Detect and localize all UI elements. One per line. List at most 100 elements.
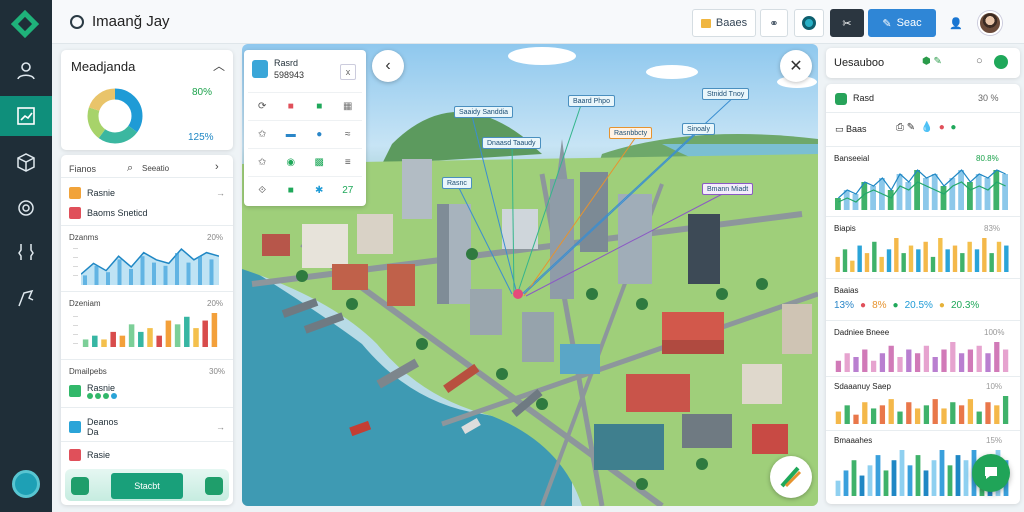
nav-location[interactable] — [0, 188, 52, 228]
map-label[interactable]: Bmann Miadt — [702, 183, 754, 195]
chart1-ticks: — — — — — [73, 246, 78, 279]
view-button[interactable] — [794, 9, 824, 37]
map-back-button[interactable]: ‹ — [372, 50, 404, 82]
app-logo[interactable] — [11, 10, 39, 38]
footer-left-button[interactable] — [71, 477, 89, 495]
bar — [864, 253, 870, 272]
bar — [835, 360, 842, 372]
chevron-up-icon[interactable]: ︿ — [213, 57, 225, 74]
map-label[interactable]: Rasnbbcty — [609, 127, 653, 139]
tool-cell[interactable]: ✱ — [305, 176, 334, 204]
tool-cell[interactable]: ■ — [276, 92, 305, 120]
tool-cell[interactable]: ◉ — [276, 148, 305, 176]
bar — [870, 360, 877, 372]
chevron-right-icon[interactable]: › — [215, 161, 219, 173]
location-icon — [18, 200, 34, 216]
app-title: Imaanğ Jay — [92, 13, 170, 30]
filter-label[interactable]: ▭ Baas — [835, 124, 867, 135]
section-value: 80.8% — [976, 154, 999, 163]
share-icon[interactable] — [994, 55, 1008, 69]
nav-analytics[interactable] — [0, 96, 52, 136]
item-icon — [69, 421, 81, 433]
bar — [82, 339, 89, 347]
footer-right-button[interactable] — [205, 477, 223, 495]
eye-icon — [802, 16, 816, 30]
map-label[interactable]: Rasnc — [442, 177, 472, 189]
bar — [931, 174, 938, 210]
bar — [835, 411, 842, 424]
tool-cell[interactable]: ✩ — [248, 120, 277, 148]
chart2-title: Dzeniam — [69, 299, 101, 308]
bar — [110, 331, 116, 347]
tool-cell[interactable]: ≡ — [333, 148, 362, 176]
tool-cell[interactable]: ✩ — [248, 148, 277, 176]
profile-button[interactable]: 👤 — [944, 9, 968, 37]
item-icon — [69, 207, 81, 219]
list-item[interactable]: Rasnie — [69, 383, 225, 399]
right-line-chart — [835, 169, 1008, 210]
filter-icons[interactable]: ⎙ ✎ 💧 ● ● — [896, 122, 956, 133]
nav-routes[interactable] — [0, 232, 52, 272]
bar — [1002, 396, 1009, 424]
list-item[interactable]: Rasnie → — [69, 187, 225, 199]
tool-cell[interactable]: 27 — [333, 176, 362, 204]
bar — [967, 241, 972, 272]
routes-icon — [18, 244, 34, 260]
tool-cell[interactable]: ● — [305, 120, 334, 148]
nav-user[interactable] — [0, 50, 52, 90]
tool-cell[interactable]: ▦ — [333, 92, 362, 120]
flag-icon[interactable]: ⬢ ✎ — [922, 56, 942, 67]
nav-packages[interactable] — [0, 142, 52, 182]
tool-cell[interactable]: ⟐ — [248, 176, 277, 204]
tool-cell[interactable]: ▬ — [276, 120, 305, 148]
bar — [211, 313, 218, 347]
footer-action-button[interactable]: Stacbt — [111, 473, 183, 499]
settings-icon[interactable]: ○ — [976, 55, 983, 67]
tool-cell[interactable]: ▩ — [305, 148, 334, 176]
section2-title: Dmailpebs — [69, 367, 107, 376]
tab-label[interactable]: Rasd — [853, 93, 874, 103]
map-label[interactable]: Baard Phpo — [568, 95, 615, 107]
tool-cell[interactable]: ■ — [276, 176, 305, 204]
bar — [967, 399, 974, 424]
bar — [883, 470, 889, 496]
list-search-input[interactable]: Seeatio — [142, 164, 169, 173]
list-header: Fianos — [69, 164, 97, 174]
tool-cell[interactable]: ■ — [305, 92, 334, 120]
seac-button[interactable]: ✎ Seac — [868, 9, 936, 37]
bar — [905, 182, 912, 210]
tool-cell[interactable]: ≈ — [333, 120, 362, 148]
item-icon — [69, 385, 81, 397]
tools-close-button[interactable]: x — [340, 64, 356, 80]
list-item[interactable]: Rasie — [69, 449, 225, 461]
bar — [888, 399, 894, 424]
chevron-left-icon: ‹ — [385, 57, 391, 74]
menu-icon[interactable] — [70, 15, 84, 29]
chart-icon — [17, 107, 35, 125]
map-tool-button[interactable] — [770, 456, 812, 498]
map-label[interactable]: Dnaasd Taaudy — [482, 137, 541, 149]
avatar[interactable] — [978, 11, 1002, 35]
bar — [879, 353, 886, 372]
list-item[interactable]: Baoms Sneticd — [69, 207, 225, 219]
brand-badge-icon[interactable] — [12, 470, 40, 498]
overview-stat-bottom: 125% — [188, 132, 214, 143]
chat-button[interactable] — [972, 454, 1010, 492]
list-item[interactable]: Deanos Da → — [69, 417, 225, 437]
right-bar-chart — [835, 238, 1009, 272]
bar — [906, 349, 912, 372]
arrow-right-icon: → — [216, 422, 225, 432]
map-label[interactable]: Sinoaly — [682, 123, 715, 135]
search-button[interactable]: Baaes — [692, 9, 756, 37]
layer-icon — [252, 60, 268, 78]
bar — [976, 345, 982, 372]
bar — [958, 170, 964, 210]
map-label[interactable]: Stnidd Tnoy — [702, 88, 750, 100]
tool-cell[interactable]: ⟳ — [248, 92, 277, 120]
map-close-button[interactable]: ✕ — [780, 50, 812, 82]
share-button[interactable]: ⚭ — [760, 9, 788, 37]
map-label[interactable]: Saaidy Sanddia — [454, 106, 514, 118]
cut-button[interactable]: ✂ — [830, 9, 864, 37]
nav-flag[interactable] — [0, 278, 52, 318]
search-icon[interactable]: ⌕ — [127, 162, 133, 175]
